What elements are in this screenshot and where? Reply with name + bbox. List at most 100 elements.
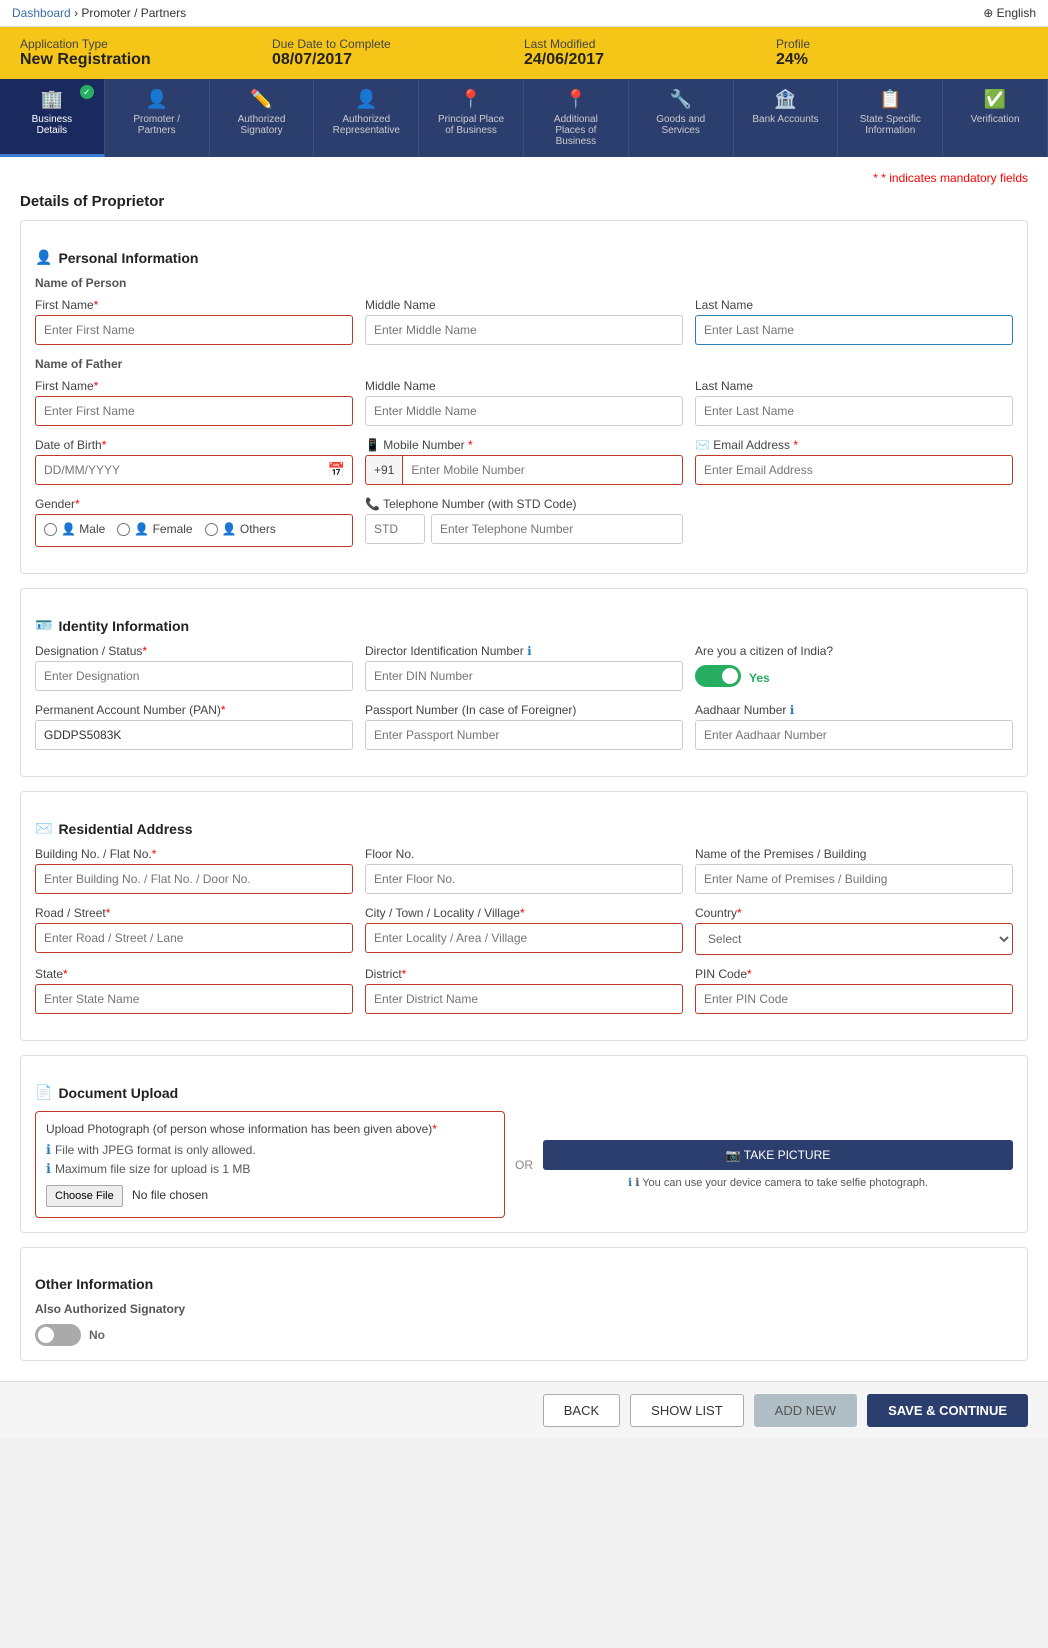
step-authorized-signatory[interactable]: ✏️ AuthorizedSignatory xyxy=(210,79,315,157)
due-date-label: Due Date to Complete xyxy=(272,37,524,51)
father-last-name-input[interactable] xyxy=(695,396,1013,426)
choose-file-button[interactable]: Choose File xyxy=(46,1185,123,1207)
std-input[interactable] xyxy=(365,514,425,544)
middle-name-input[interactable] xyxy=(365,315,683,345)
gender-label: Gender* xyxy=(35,497,353,511)
step-promoter-partners[interactable]: 👤 Promoter /Partners xyxy=(105,79,210,157)
citizen-toggle-wrap: Yes xyxy=(695,665,1013,690)
email-icon: ✉️ xyxy=(695,438,710,452)
state-icon: 📋 xyxy=(879,89,901,110)
save-continue-button[interactable]: SAVE & CONTINUE xyxy=(867,1394,1028,1427)
father-last-name-group: Last Name xyxy=(695,379,1013,426)
dob-mobile-email-row: Date of Birth* 📅 📱 Mobile Number * +91 xyxy=(35,438,1013,485)
country-select[interactable]: Select xyxy=(695,923,1013,955)
district-input[interactable] xyxy=(365,984,683,1014)
goods-icon: 🔧 xyxy=(669,89,691,110)
residential-address-title: ✉️ Residential Address xyxy=(35,820,1013,837)
email-input[interactable] xyxy=(695,455,1013,485)
middle-name-label: Middle Name xyxy=(365,298,683,312)
floor-input[interactable] xyxy=(365,864,683,894)
language-selector[interactable]: ⊕ English xyxy=(983,6,1036,20)
also-signatory-toggle-wrap: No xyxy=(35,1324,1013,1346)
building-label: Building No. / Flat No.* xyxy=(35,847,353,861)
pan-label: Permanent Account Number (PAN)* xyxy=(35,703,353,717)
telephone-input[interactable] xyxy=(431,514,683,544)
breadcrumb: Dashboard › Promoter / Partners xyxy=(12,6,186,20)
calendar-icon: 📅 xyxy=(328,462,345,479)
last-name-input[interactable] xyxy=(695,315,1013,345)
dob-input[interactable] xyxy=(35,455,353,485)
aadhaar-input[interactable] xyxy=(695,720,1013,750)
gender-female[interactable]: 👤 Female xyxy=(117,522,192,536)
step-business-details[interactable]: ✓ 🏢 BusinessDetails xyxy=(0,79,105,157)
page-title: Details of Proprietor xyxy=(20,193,1028,210)
show-list-button[interactable]: SHOW LIST xyxy=(630,1394,744,1427)
step-authorized-representative[interactable]: 👤 AuthorizedRepresentative xyxy=(314,79,419,157)
document-upload-title: 📄 Document Upload xyxy=(35,1084,1013,1101)
take-picture-button[interactable]: 📷 TAKE PICTURE xyxy=(543,1140,1013,1170)
aadhaar-label: Aadhaar Number ℹ xyxy=(695,703,1013,717)
pan-value: GDDPS5083K xyxy=(35,720,353,750)
designation-din-citizen-row: Designation / Status* Director Identific… xyxy=(35,644,1013,691)
last-modified-label: Last Modified xyxy=(524,37,776,51)
father-middle-name-input[interactable] xyxy=(365,396,683,426)
due-date-value: 08/07/2017 xyxy=(272,51,352,68)
name-row: First Name* Middle Name Last Name xyxy=(35,298,1013,345)
step-additional-places[interactable]: 📍 AdditionalPlaces ofBusiness xyxy=(524,79,629,157)
din-info-icon[interactable]: ℹ xyxy=(527,644,532,658)
last-name-label: Last Name xyxy=(695,298,1013,312)
premises-input[interactable] xyxy=(695,864,1013,894)
also-signatory-toggle[interactable] xyxy=(35,1324,81,1346)
country-label: Country* xyxy=(695,906,1013,920)
step-nav: ✓ 🏢 BusinessDetails 👤 Promoter /Partners… xyxy=(0,79,1048,157)
first-name-input[interactable] xyxy=(35,315,353,345)
father-first-name-input[interactable] xyxy=(35,396,353,426)
breadcrumb-home[interactable]: Dashboard xyxy=(12,6,71,20)
mandatory-note: * * indicates mandatory fields xyxy=(20,171,1028,185)
other-info-title: Other Information xyxy=(35,1276,1013,1292)
step-state-specific[interactable]: 📋 State SpecificInformation xyxy=(838,79,943,157)
mobile-input[interactable] xyxy=(402,455,683,485)
mobile-group: 📱 Mobile Number * +91 xyxy=(365,438,683,485)
document-upload-section: 📄 Document Upload Upload Photograph (of … xyxy=(20,1055,1028,1233)
step-goods-services[interactable]: 🔧 Goods andServices xyxy=(629,79,734,157)
state-label: State* xyxy=(35,967,353,981)
premises-group: Name of the Premises / Building xyxy=(695,847,1013,894)
passport-input[interactable] xyxy=(365,720,683,750)
father-middle-label: Middle Name xyxy=(365,379,683,393)
take-pic-note: ℹ ℹ You can use your device camera to ta… xyxy=(628,1176,928,1189)
email-group: ✉️ Email Address * xyxy=(695,438,1013,485)
passport-group: Passport Number (In case of Foreigner) xyxy=(365,703,683,750)
name-of-person-label: Name of Person xyxy=(35,276,1013,290)
pincode-label: PIN Code* xyxy=(695,967,1013,981)
citizen-label: Are you a citizen of India? xyxy=(695,644,1013,658)
gender-options: 👤 Male 👤 Female 👤 Others xyxy=(35,514,353,547)
pincode-input[interactable] xyxy=(695,984,1013,1014)
dob-label: Date of Birth* xyxy=(35,438,353,452)
back-button[interactable]: BACK xyxy=(543,1394,620,1427)
building-input[interactable] xyxy=(35,864,353,894)
add-new-button[interactable]: ADD NEW xyxy=(754,1394,857,1427)
first-name-group: First Name* xyxy=(35,298,353,345)
city-label: City / Town / Locality / Village* xyxy=(365,906,683,920)
step-verification[interactable]: ✅ Verification xyxy=(943,79,1048,157)
road-city-country-row: Road / Street* City / Town / Locality / … xyxy=(35,906,1013,955)
designation-input[interactable] xyxy=(35,661,353,691)
identity-info-section: 🪪 Identity Information Designation / Sta… xyxy=(20,588,1028,777)
din-input[interactable] xyxy=(365,661,683,691)
step-principal-place[interactable]: 📍 Principal Placeof Business xyxy=(419,79,524,157)
aadhaar-info-icon[interactable]: ℹ xyxy=(790,703,795,717)
gender-male[interactable]: 👤 Male xyxy=(44,522,105,536)
father-middle-name-group: Middle Name xyxy=(365,379,683,426)
mobile-input-wrap: +91 xyxy=(365,455,683,485)
din-group: Director Identification Number ℹ xyxy=(365,644,683,691)
gender-others[interactable]: 👤 Others xyxy=(205,522,276,536)
building-group: Building No. / Flat No.* xyxy=(35,847,353,894)
info-icon-2: ℹ xyxy=(46,1161,51,1177)
city-input[interactable] xyxy=(365,923,683,953)
file-size-note: ℹ Maximum file size for upload is 1 MB xyxy=(46,1161,494,1177)
road-input[interactable] xyxy=(35,923,353,953)
step-bank-accounts[interactable]: 🏦 Bank Accounts xyxy=(734,79,839,157)
citizen-toggle[interactable] xyxy=(695,665,741,687)
state-input[interactable] xyxy=(35,984,353,1014)
